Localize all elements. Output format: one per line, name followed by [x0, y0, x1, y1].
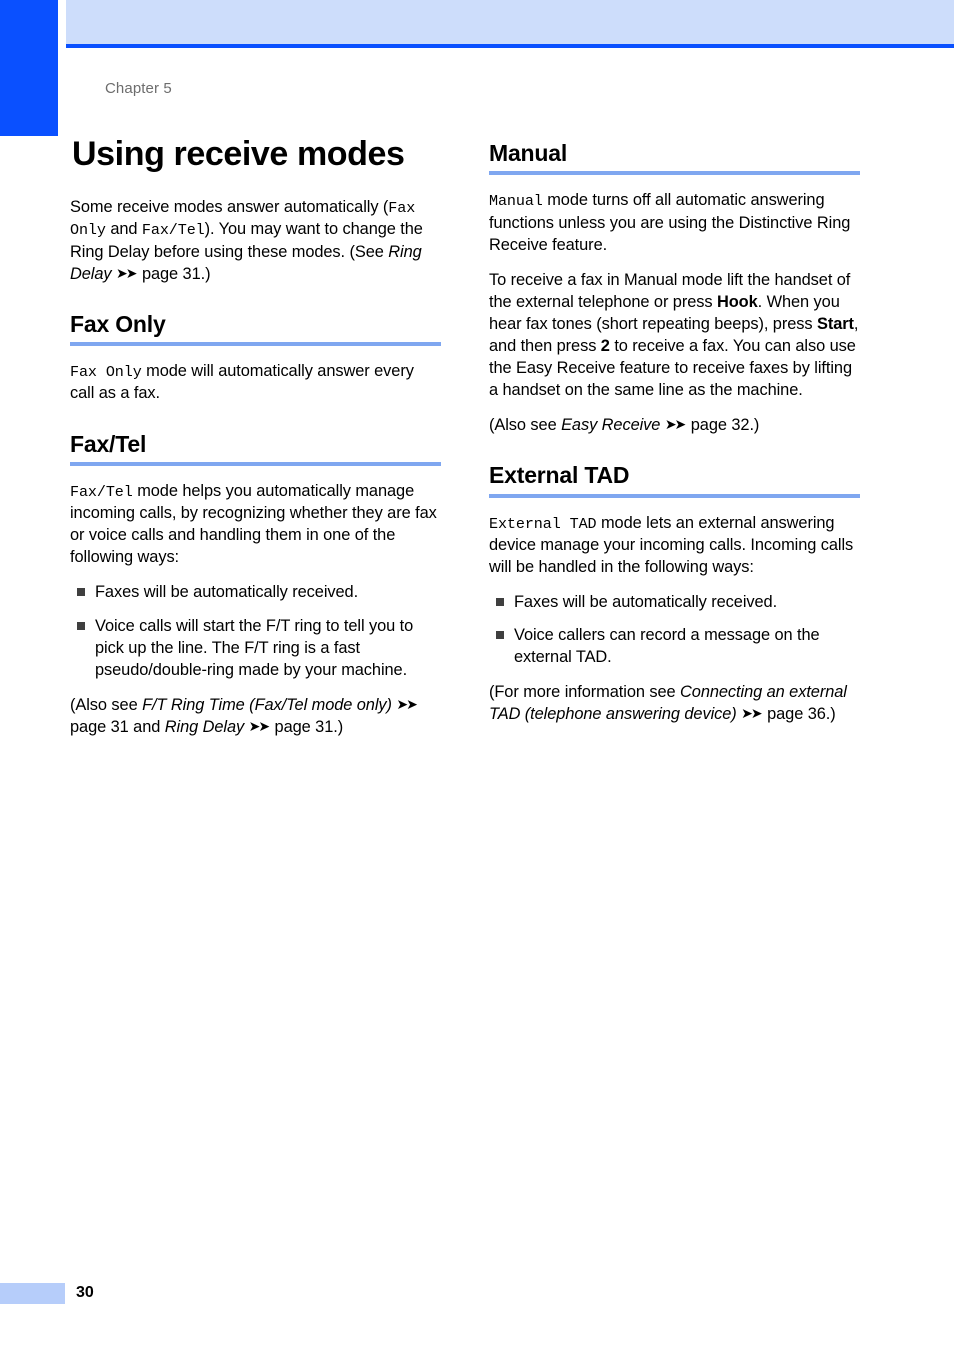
section-manual: Manual Manual mode turns off all automat… [489, 140, 860, 436]
key-label-2: 2 [600, 337, 610, 356]
section-rule [489, 493, 860, 498]
mode-name-external-tad: External TAD [489, 514, 597, 533]
external-tad-paragraph: External TAD mode lets an external answe… [489, 512, 860, 578]
list-item-label: Faxes will be automatically received. [514, 593, 778, 612]
intro-text-2: and [105, 220, 142, 239]
intro-text-5: page 31.) [137, 264, 211, 283]
page-number: 30 [76, 1284, 94, 1301]
note-text-1: (Also see [489, 416, 562, 435]
note-text-3: page 36.) [762, 705, 836, 724]
page-title: Using receive modes [72, 135, 405, 173]
manual-paragraph-1: Manual mode turns off all automatic answ… [489, 189, 860, 255]
list-item: Faxes will be automatically received. [489, 591, 860, 613]
key-label-hook: Hook [716, 292, 758, 311]
external-tad-bullet-list: Faxes will be automatically received. Vo… [489, 591, 860, 668]
manual-paragraph-2: To receive a fax in Manual mode lift the… [489, 269, 860, 401]
list-item: Voice callers can record a message on th… [489, 624, 860, 668]
manual-crossref-note: (Also see Easy Receive ➤➤ page 32.) [489, 414, 860, 436]
section-fax-tel: Fax/Tel Fax/Tel mode helps you automatic… [70, 431, 441, 738]
mode-name-fax-tel: Fax/Tel [70, 482, 133, 501]
section-rule [489, 171, 860, 176]
square-bullet-icon [77, 588, 85, 597]
section-title-fax-only: Fax Only [70, 310, 166, 337]
mode-name-fax-tel: Fax/Tel [141, 221, 205, 240]
crossref-ft-ring-time: F/T Ring Time (Fax/Tel mode only) [142, 695, 392, 714]
fax-tel-paragraph: Fax/Tel mode helps you automatically man… [70, 480, 441, 568]
crossref-arrows-icon: ➤➤ [741, 706, 763, 723]
chapter-thumb-tab [0, 0, 58, 136]
section-external-tad: External TAD External TAD mode lets an e… [489, 462, 860, 725]
crossref-arrows-icon: ➤➤ [248, 718, 271, 735]
section-fax-only: Fax Only Fax Only mode will automaticall… [70, 311, 441, 405]
square-bullet-icon [77, 621, 85, 630]
crossref-ring-delay: Ring Delay [164, 717, 245, 736]
note-text-1: (Also see [70, 695, 143, 714]
header-rule [66, 44, 954, 48]
note-text-1: (For more information see [489, 683, 681, 702]
crossref-arrows-icon: ➤➤ [396, 696, 418, 713]
right-column: Manual Manual mode turns off all automat… [489, 140, 860, 725]
list-item-label: Faxes will be automatically received. [95, 583, 359, 602]
mode-name-fax-only: Fax Only [70, 363, 142, 382]
square-bullet-icon [496, 631, 504, 640]
square-bullet-icon [496, 598, 504, 607]
intro-paragraph: Some receive modes answer automatically … [70, 196, 441, 285]
section-title-fax-tel: Fax/Tel [70, 430, 147, 457]
section-title-manual: Manual [489, 140, 568, 166]
crossref-arrows-icon: ➤➤ [664, 417, 687, 434]
left-column: Some receive modes answer automatically … [70, 196, 441, 738]
fax-tel-bullet-list: Faxes will be automatically received. Vo… [70, 581, 441, 680]
section-rule [70, 461, 441, 466]
note-text-5: page 31.) [270, 717, 344, 736]
section-title-external-tad: External TAD [489, 462, 630, 489]
fax-only-paragraph: Fax Only mode will automatically answer … [70, 360, 441, 404]
section-rule [70, 342, 441, 347]
header-band [66, 0, 954, 44]
list-item-label: Voice calls will start the F/T ring to t… [95, 616, 414, 679]
crossref-arrows-icon: ➤➤ [116, 265, 138, 282]
chapter-label: Chapter 5 [105, 80, 172, 97]
list-item-label: Voice callers can record a message on th… [514, 626, 820, 667]
crossref-easy-receive: Easy Receive [561, 416, 661, 435]
footer-bar [0, 1283, 65, 1304]
fax-tel-crossref-note: (Also see F/T Ring Time (Fax/Tel mode on… [70, 694, 441, 738]
manual-text-1: mode turns off all automatic answering f… [489, 191, 851, 254]
key-label-start: Start [816, 314, 854, 333]
list-item: Voice calls will start the F/T ring to t… [70, 615, 441, 681]
intro-text-1: Some receive modes answer automatically … [70, 198, 389, 216]
note-text-3: page 32.) [686, 416, 760, 435]
mode-name-manual: Manual [489, 192, 543, 211]
external-tad-crossref-note: (For more information see Connecting an … [489, 681, 860, 725]
note-text-3: page 31 and [70, 717, 165, 736]
list-item: Faxes will be automatically received. [70, 581, 441, 603]
